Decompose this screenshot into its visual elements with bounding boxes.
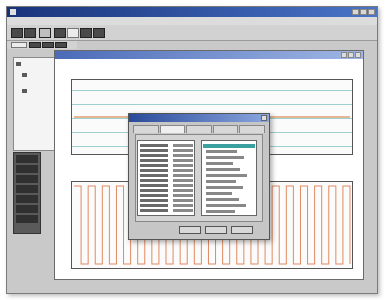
close-icon[interactable] [261, 115, 267, 121]
toolbar-button[interactable] [67, 28, 79, 38]
table-cell [173, 204, 193, 207]
tree-node[interactable] [22, 72, 29, 78]
folder-icon [16, 61, 21, 66]
table-cell [140, 174, 168, 177]
list-item[interactable] [16, 155, 38, 163]
list-item[interactable] [16, 165, 38, 173]
list-item[interactable] [16, 205, 38, 213]
list-item[interactable] [203, 144, 255, 148]
list-item[interactable] [206, 198, 239, 201]
table-cell [173, 164, 193, 167]
dialog-title-bar[interactable] [129, 114, 269, 122]
folder-icon [22, 72, 27, 77]
tab[interactable] [239, 125, 265, 133]
title-bar[interactable] [7, 7, 377, 17]
table-cell [140, 204, 168, 207]
minimize-button[interactable] [341, 52, 347, 58]
tree-node[interactable] [16, 61, 23, 67]
secondary-toolbar [7, 41, 77, 49]
table-cell [173, 159, 193, 162]
dialog-tabs [133, 125, 265, 133]
toolbar-button[interactable] [93, 28, 105, 38]
table-cell [140, 194, 168, 197]
tree-node[interactable] [22, 88, 29, 94]
table-cell [173, 179, 193, 182]
maximize-button[interactable] [360, 9, 367, 15]
table-row[interactable] [139, 208, 193, 213]
table-cell [140, 199, 168, 202]
apply-button[interactable] [231, 226, 253, 234]
item-list[interactable] [201, 140, 257, 216]
list-item[interactable] [206, 186, 243, 189]
table-cell [140, 184, 168, 187]
table-cell [173, 209, 193, 212]
table-cell [140, 144, 168, 147]
toolbar-button[interactable] [11, 42, 27, 48]
table-cell [140, 179, 168, 182]
table-cell [173, 189, 193, 192]
table-cell [173, 194, 193, 197]
list-item[interactable] [16, 215, 38, 223]
menu-bar [7, 17, 377, 25]
project-tree [13, 57, 57, 151]
table-cell [140, 149, 168, 152]
close-button[interactable] [368, 9, 375, 15]
toolbar-button[interactable] [24, 28, 36, 38]
tab[interactable] [133, 125, 159, 133]
table-cell [140, 189, 168, 192]
toolbar-button[interactable] [80, 28, 92, 38]
close-button[interactable] [355, 52, 361, 58]
table-cell [173, 154, 193, 157]
tab[interactable] [186, 125, 212, 133]
cancel-button[interactable] [205, 226, 227, 234]
table-cell [140, 164, 168, 167]
table-cell [140, 209, 168, 212]
toolbar-button[interactable] [11, 28, 23, 38]
list-item[interactable] [206, 150, 237, 153]
list-item[interactable] [206, 180, 236, 183]
toolbar-button[interactable] [54, 28, 66, 38]
list-item[interactable] [16, 195, 38, 203]
toolbar-button[interactable] [29, 42, 41, 48]
table-cell [173, 184, 193, 187]
toolbar [7, 25, 377, 41]
list-item[interactable] [206, 162, 233, 165]
list-item[interactable] [16, 185, 38, 193]
table-cell [173, 199, 193, 202]
toolbar-button[interactable] [55, 42, 67, 48]
maximize-button[interactable] [348, 52, 354, 58]
toolbar-button[interactable] [39, 28, 51, 38]
channel-list [13, 152, 41, 234]
table-cell [173, 169, 193, 172]
folder-icon [22, 88, 27, 93]
list-item[interactable] [16, 175, 38, 183]
table-cell [140, 159, 168, 162]
settings-dialog [128, 113, 270, 240]
table-cell [173, 149, 193, 152]
list-item[interactable] [206, 168, 240, 171]
toolbar-button[interactable] [42, 42, 54, 48]
tab[interactable] [159, 125, 186, 133]
table-cell [173, 144, 193, 147]
property-grid[interactable] [137, 140, 195, 216]
table-cell [173, 174, 193, 177]
list-item[interactable] [206, 204, 246, 207]
list-item[interactable] [206, 174, 247, 177]
table-cell [140, 154, 168, 157]
ok-button[interactable] [179, 226, 201, 234]
table-cell [140, 169, 168, 172]
app-icon [10, 9, 16, 15]
list-item[interactable] [206, 156, 244, 159]
list-item[interactable] [206, 192, 232, 195]
chart-window-title[interactable] [55, 51, 363, 59]
tab[interactable] [212, 125, 239, 133]
list-item[interactable] [206, 210, 235, 213]
minimize-button[interactable] [352, 9, 359, 15]
